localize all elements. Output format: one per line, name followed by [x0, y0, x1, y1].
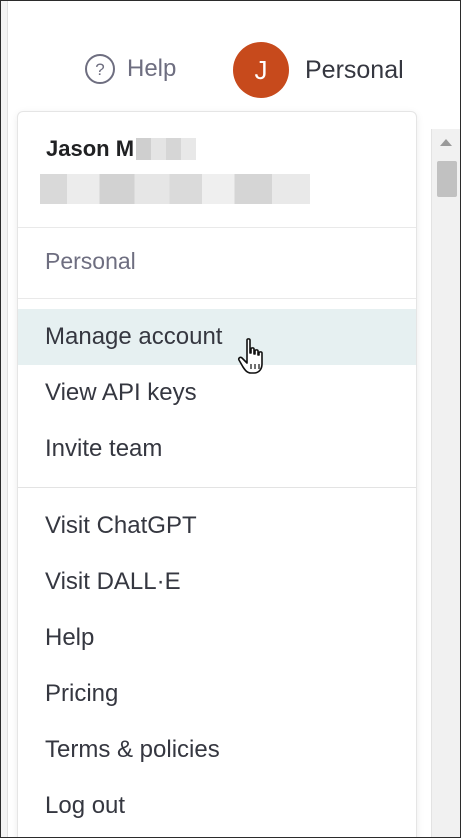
organization-section: Personal [18, 228, 416, 299]
log-out-item[interactable]: Log out [18, 778, 416, 834]
app-window: ? Help J Personal Jason M Personal Manag… [0, 0, 461, 838]
redacted-email [40, 174, 310, 204]
help-label: Help [127, 55, 177, 82]
help-circle-icon: ? [85, 54, 115, 84]
avatar: J [233, 42, 289, 98]
account-dropdown-menu: Jason M Personal Manage account View API… [17, 111, 417, 837]
help-item[interactable]: Help [18, 610, 416, 666]
page-scrollbar[interactable] [431, 129, 460, 837]
account-label: Personal [305, 55, 404, 84]
help-button[interactable]: ? Help [85, 49, 176, 89]
invite-team-item[interactable]: Invite team [18, 421, 416, 477]
menu-divider [18, 487, 416, 488]
window-left-edge [1, 1, 8, 837]
redacted-surname [136, 138, 197, 160]
visit-dalle-item[interactable]: Visit DALL·E [18, 554, 416, 610]
scroll-up-arrow-icon[interactable] [440, 139, 452, 146]
view-api-keys-item[interactable]: View API keys [18, 365, 416, 421]
user-name: Jason M [46, 136, 197, 162]
scroll-thumb[interactable] [437, 161, 457, 197]
terms-policies-item[interactable]: Terms & policies [18, 722, 416, 778]
visit-chatgpt-item[interactable]: Visit ChatGPT [18, 498, 416, 554]
user-info: Jason M [18, 112, 416, 228]
org-personal[interactable]: Personal [45, 248, 136, 275]
user-name-text: Jason M [46, 136, 135, 161]
manage-account-item[interactable]: Manage account [18, 309, 416, 365]
account-switcher-button[interactable]: J Personal [233, 41, 404, 99]
pricing-item[interactable]: Pricing [18, 666, 416, 722]
top-header: ? Help J Personal [1, 1, 460, 121]
